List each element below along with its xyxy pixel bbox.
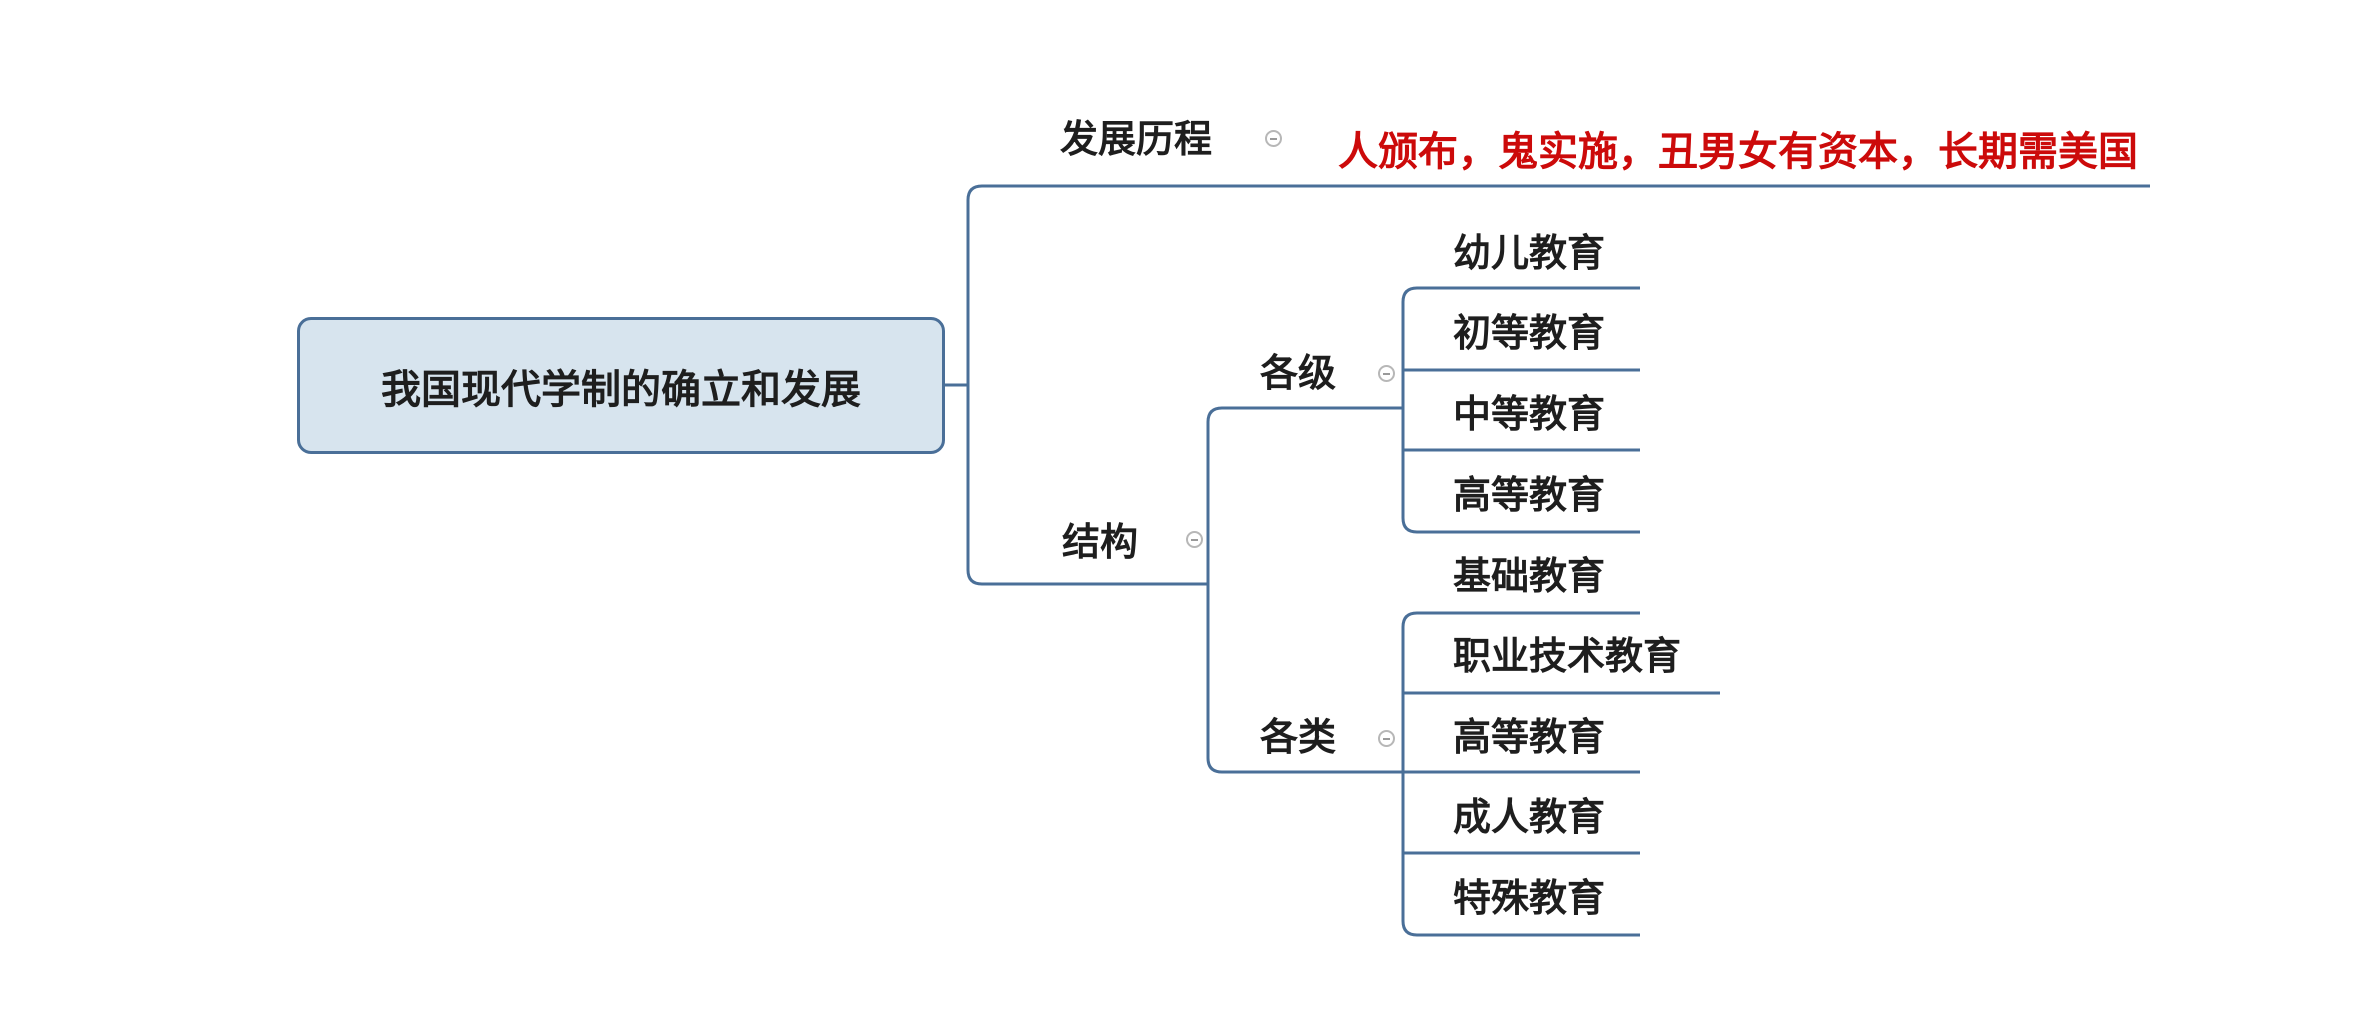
- level-item[interactable]: 幼儿教育: [1453, 234, 1605, 272]
- connector-structure-fork: [1206, 406, 1223, 774]
- level-item-label: 初等教育: [1453, 311, 1606, 355]
- type-item[interactable]: 职业技术教育: [1453, 637, 1681, 675]
- topic-history-label: 发展历程: [1060, 117, 1213, 161]
- minus-circle-icon[interactable]: [1378, 730, 1395, 747]
- topic-types-label: 各类: [1260, 715, 1337, 759]
- type-item-label: 特殊教育: [1453, 876, 1606, 920]
- minus-circle-icon[interactable]: [1265, 130, 1282, 147]
- type-item[interactable]: 基础教育: [1453, 557, 1605, 595]
- topic-structure[interactable]: 结构: [1062, 523, 1138, 561]
- connector-levels-fork: [1401, 286, 1418, 534]
- topic-levels[interactable]: 各级: [1260, 354, 1336, 392]
- history-note: 人颁布，鬼实施，丑男女有资本，长期需美国: [1338, 132, 2138, 172]
- topic-history[interactable]: 发展历程: [1060, 120, 1212, 158]
- type-item[interactable]: 高等教育: [1453, 718, 1605, 756]
- type-item-label: 高等教育: [1453, 715, 1606, 759]
- topic-types[interactable]: 各类: [1260, 718, 1336, 756]
- type-item-label: 基础教育: [1453, 554, 1606, 598]
- level-item[interactable]: 初等教育: [1453, 314, 1605, 352]
- level-item[interactable]: 高等教育: [1453, 476, 1605, 514]
- mind-map: 我国现代学制的确立和发展 发展历程 人颁布，鬼实施，丑男女有资本，长期需美国 结…: [0, 0, 2377, 1012]
- minus-circle-icon[interactable]: [1186, 531, 1203, 548]
- minus-circle-icon[interactable]: [1378, 365, 1395, 382]
- level-item[interactable]: 中等教育: [1453, 395, 1605, 433]
- connector-main-fork: [966, 184, 983, 586]
- type-item-label: 职业技术教育: [1453, 634, 1682, 678]
- level-item-label: 幼儿教育: [1453, 231, 1606, 275]
- type-item-label: 成人教育: [1453, 795, 1606, 839]
- topic-levels-label: 各级: [1260, 351, 1337, 395]
- history-note-text: 人颁布，鬼实施，丑男女有资本，长期需美国: [1338, 129, 2138, 175]
- root-topic[interactable]: 我国现代学制的确立和发展: [297, 317, 945, 454]
- type-item[interactable]: 特殊教育: [1453, 879, 1605, 917]
- level-item-label: 中等教育: [1453, 392, 1606, 436]
- root-topic-label: 我国现代学制的确立和发展: [381, 366, 861, 413]
- connector-types-fork: [1401, 611, 1418, 937]
- type-item[interactable]: 成人教育: [1453, 798, 1605, 836]
- topic-structure-label: 结构: [1062, 520, 1139, 564]
- level-item-label: 高等教育: [1453, 473, 1606, 517]
